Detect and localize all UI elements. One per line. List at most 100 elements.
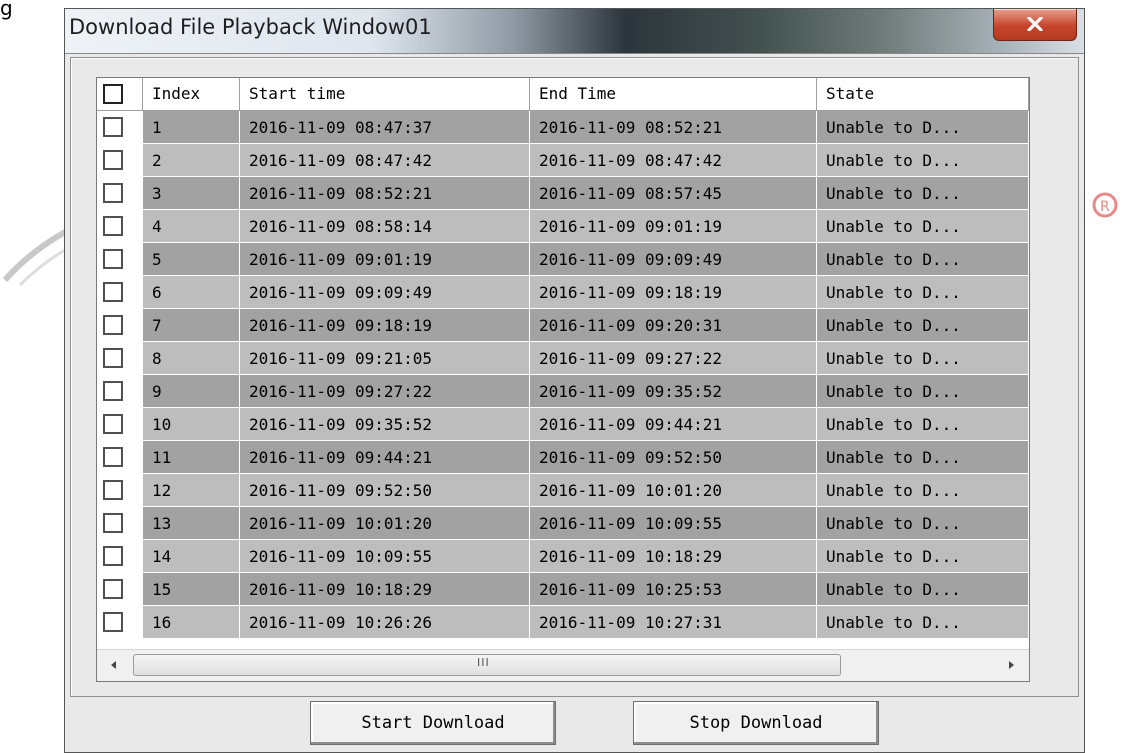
cell-start-time: 2016-11-09 08:47:37 bbox=[240, 111, 530, 144]
cell-state: Unable to D... bbox=[817, 474, 1029, 507]
cell-start-time: 2016-11-09 10:09:55 bbox=[240, 540, 530, 573]
row-checkbox[interactable] bbox=[103, 249, 123, 269]
column-header-state[interactable]: State bbox=[817, 78, 1029, 111]
row-select-cell bbox=[97, 210, 143, 243]
cell-end-time: 2016-11-09 10:18:29 bbox=[530, 540, 817, 573]
close-button[interactable] bbox=[993, 9, 1077, 41]
table-row[interactable]: 5 2016-11-09 09:01:19 2016-11-09 09:09:49 U… bbox=[97, 243, 1029, 276]
select-all-checkbox[interactable] bbox=[103, 84, 123, 104]
table-row[interactable]: 1 2016-11-09 08:47:37 2016-11-09 08:52:21 U… bbox=[97, 111, 1029, 144]
cell-index: 12 bbox=[143, 474, 240, 507]
cell-end-time: 2016-11-09 09:18:19 bbox=[530, 276, 817, 309]
table-row[interactable]: 11 2016-11-09 09:44:21 2016-11-09 09:52:50… bbox=[97, 441, 1029, 474]
cell-index: 16 bbox=[143, 606, 240, 639]
close-icon bbox=[1027, 17, 1043, 31]
playback-file-list[interactable]: Index Start time End Time State 1 2016-11… bbox=[96, 77, 1030, 682]
cell-state: Unable to D... bbox=[817, 276, 1029, 309]
cell-index: 13 bbox=[143, 507, 240, 540]
cell-state: Unable to D... bbox=[817, 441, 1029, 474]
cell-index: 1 bbox=[143, 111, 240, 144]
cell-start-time: 2016-11-09 09:18:19 bbox=[240, 309, 530, 342]
table-row[interactable]: 10 2016-11-09 09:35:52 2016-11-09 09:44:21… bbox=[97, 408, 1029, 441]
table-row[interactable]: 16 2016-11-09 10:26:26 2016-11-09 10:27:31… bbox=[97, 606, 1029, 639]
cell-state: Unable to D... bbox=[817, 375, 1029, 408]
cell-index: 11 bbox=[143, 441, 240, 474]
row-checkbox[interactable] bbox=[103, 513, 123, 533]
horizontal-scrollbar[interactable]: III bbox=[97, 649, 1029, 681]
vertical-scrollbar[interactable] bbox=[1029, 78, 1030, 649]
cell-end-time: 2016-11-09 08:57:45 bbox=[530, 177, 817, 210]
row-checkbox[interactable] bbox=[103, 282, 123, 302]
scroll-grip-label: III bbox=[477, 656, 490, 669]
arrow-right-icon[interactable] bbox=[995, 650, 1029, 680]
table-row[interactable]: 6 2016-11-09 09:09:49 2016-11-09 09:18:19 U… bbox=[97, 276, 1029, 309]
cell-state: Unable to D... bbox=[817, 177, 1029, 210]
table-row[interactable]: 15 2016-11-09 10:18:29 2016-11-09 10:25:53… bbox=[97, 573, 1029, 606]
scrollbar-corner bbox=[1029, 649, 1030, 681]
background-partial-text: g bbox=[0, 0, 13, 20]
row-checkbox[interactable] bbox=[103, 414, 123, 434]
cell-end-time: 2016-11-09 10:25:53 bbox=[530, 573, 817, 606]
row-select-cell bbox=[97, 441, 143, 474]
cell-state: Unable to D... bbox=[817, 210, 1029, 243]
row-checkbox[interactable] bbox=[103, 216, 123, 236]
cell-index: 9 bbox=[143, 375, 240, 408]
cell-index: 3 bbox=[143, 177, 240, 210]
table-row[interactable]: 8 2016-11-09 09:21:05 2016-11-09 09:27:22 U… bbox=[97, 342, 1029, 375]
table-row[interactable]: 7 2016-11-09 09:18:19 2016-11-09 09:20:31 U… bbox=[97, 309, 1029, 342]
cell-index: 15 bbox=[143, 573, 240, 606]
table-row[interactable]: 13 2016-11-09 10:01:20 2016-11-09 10:09:55… bbox=[97, 507, 1029, 540]
cell-end-time: 2016-11-09 09:35:52 bbox=[530, 375, 817, 408]
row-checkbox[interactable] bbox=[103, 480, 123, 500]
row-select-cell bbox=[97, 243, 143, 276]
cell-end-time: 2016-11-09 09:27:22 bbox=[530, 342, 817, 375]
table-header: Index Start time End Time State bbox=[97, 78, 1029, 111]
table-row[interactable]: 2 2016-11-09 08:47:42 2016-11-09 08:47:42 U… bbox=[97, 144, 1029, 177]
cell-start-time: 2016-11-09 08:58:14 bbox=[240, 210, 530, 243]
cell-end-time: 2016-11-09 10:09:55 bbox=[530, 507, 817, 540]
cell-end-time: 2016-11-09 08:47:42 bbox=[530, 144, 817, 177]
stop-download-button[interactable]: Stop Download bbox=[633, 701, 879, 745]
row-checkbox[interactable] bbox=[103, 183, 123, 203]
table-row[interactable]: 12 2016-11-09 09:52:50 2016-11-09 10:01:20… bbox=[97, 474, 1029, 507]
row-select-cell bbox=[97, 408, 143, 441]
table-row[interactable]: 3 2016-11-09 08:52:21 2016-11-09 08:57:45 U… bbox=[97, 177, 1029, 210]
row-checkbox[interactable] bbox=[103, 447, 123, 467]
column-header-start-time[interactable]: Start time bbox=[240, 78, 530, 111]
row-checkbox[interactable] bbox=[103, 348, 123, 368]
cell-index: 2 bbox=[143, 144, 240, 177]
row-select-cell bbox=[97, 540, 143, 573]
row-select-cell bbox=[97, 606, 143, 639]
cell-start-time: 2016-11-09 10:26:26 bbox=[240, 606, 530, 639]
row-checkbox[interactable] bbox=[103, 579, 123, 599]
column-header-end-time[interactable]: End Time bbox=[530, 78, 817, 111]
cell-start-time: 2016-11-09 09:35:52 bbox=[240, 408, 530, 441]
row-select-cell bbox=[97, 573, 143, 606]
table-row[interactable]: 4 2016-11-09 08:58:14 2016-11-09 09:01:19 U… bbox=[97, 210, 1029, 243]
cell-state: Unable to D... bbox=[817, 111, 1029, 144]
table-row[interactable]: 14 2016-11-09 10:09:55 2016-11-09 10:18:29… bbox=[97, 540, 1029, 573]
cell-start-time: 2016-11-09 10:01:20 bbox=[240, 507, 530, 540]
row-checkbox[interactable] bbox=[103, 612, 123, 632]
row-select-cell bbox=[97, 111, 143, 144]
cell-start-time: 2016-11-09 09:27:22 bbox=[240, 375, 530, 408]
start-download-button[interactable]: Start Download bbox=[310, 701, 556, 745]
row-checkbox[interactable] bbox=[103, 381, 123, 401]
row-checkbox[interactable] bbox=[103, 117, 123, 137]
cell-end-time: 2016-11-09 09:52:50 bbox=[530, 441, 817, 474]
cell-end-time: 2016-11-09 09:01:19 bbox=[530, 210, 817, 243]
cell-start-time: 2016-11-09 09:09:49 bbox=[240, 276, 530, 309]
row-checkbox[interactable] bbox=[103, 150, 123, 170]
cell-start-time: 2016-11-09 09:52:50 bbox=[240, 474, 530, 507]
column-header-index[interactable]: Index bbox=[143, 78, 240, 111]
title-bar[interactable]: Download File Playback Window01 bbox=[65, 9, 1084, 54]
cell-state: Unable to D... bbox=[817, 507, 1029, 540]
cell-end-time: 2016-11-09 09:09:49 bbox=[530, 243, 817, 276]
arrow-left-icon[interactable] bbox=[97, 650, 131, 680]
header-select-all[interactable] bbox=[97, 78, 143, 111]
table-row[interactable]: 9 2016-11-09 09:27:22 2016-11-09 09:35:52 U… bbox=[97, 375, 1029, 408]
horizontal-scroll-thumb[interactable]: III bbox=[133, 654, 841, 676]
row-checkbox[interactable] bbox=[103, 315, 123, 335]
row-checkbox[interactable] bbox=[103, 546, 123, 566]
row-select-cell bbox=[97, 177, 143, 210]
